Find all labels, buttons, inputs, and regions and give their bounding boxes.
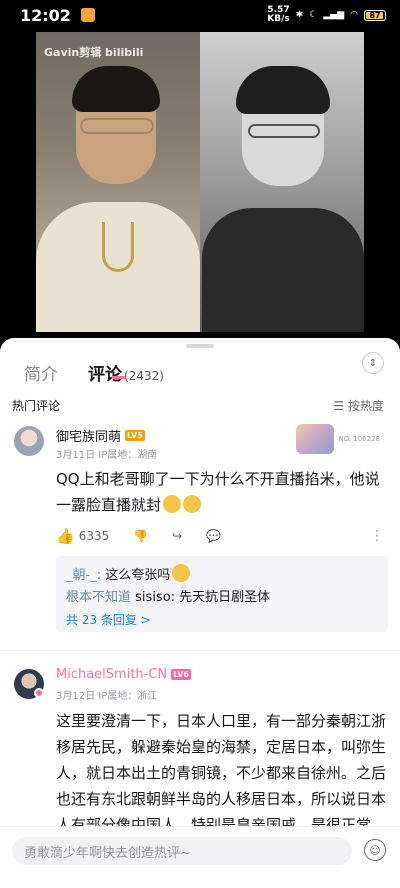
collapse-button[interactable]: ⇕	[362, 352, 384, 374]
comment-count: (2432)	[124, 368, 164, 383]
tab-comments[interactable]: 评论 (2432)	[88, 360, 164, 385]
comment-input[interactable]: 勇敢滴少年啊快去创造热评~	[12, 837, 352, 865]
comment-input-bar: 勇敢滴少年啊快去创造热评~ ☺	[0, 826, 400, 888]
laugh-emoji-icon	[163, 495, 182, 513]
emoji-button[interactable]: ☺	[364, 839, 386, 861]
wifi-icon: ◠	[350, 10, 358, 20]
active-tab-indicator	[112, 376, 126, 379]
tab-bar: 简介 评论 (2432)	[0, 352, 400, 392]
fan-badge: NO. 106228	[296, 424, 380, 454]
bluetooth-icon: ✱	[295, 10, 304, 20]
comment-username[interactable]: 御宅族同萌 LV5	[56, 426, 145, 445]
reply-item: _朝-_: 这么夸张吗	[66, 564, 378, 587]
status-icons: 5.57 KB/s ✱ ☾ ▂▄▆ ◠ 87	[267, 6, 386, 24]
vip-badge-icon	[34, 688, 44, 698]
like-button[interactable]: 👍 6335	[56, 527, 109, 545]
status-time: 12:02	[20, 5, 71, 25]
signal-icon: ▂▄▆	[323, 10, 345, 20]
level-badge: LV5	[125, 430, 145, 441]
sort-button[interactable]: ☰ 按热度	[333, 397, 384, 414]
hot-comments-title: 热门评论	[12, 398, 61, 413]
chevron-up-down-icon: ⇕	[368, 357, 378, 369]
comment-text: QQ上和老哥聊了一下为什么不开直播掐米，他说一露脸直播就封	[56, 470, 380, 514]
fan-badge-number: NO. 106228	[338, 434, 380, 443]
sheet-drag-handle[interactable]	[186, 344, 214, 348]
sort-icon: ☰	[333, 398, 348, 413]
tab-intro[interactable]: 简介	[24, 360, 58, 385]
reply-item: 根本不知道 sisiso: 先天抗日剧圣体	[66, 590, 271, 605]
battery-icon: 87	[364, 9, 386, 21]
network-speed: 5.57 KB/s	[267, 5, 290, 24]
more-icon: ⋮	[370, 528, 384, 544]
dislike-button[interactable]: 👎	[133, 529, 148, 543]
thumb-up-icon: 👍	[56, 527, 75, 545]
notification-app-icon	[80, 8, 95, 22]
smile-icon: ☺	[369, 843, 381, 857]
video-watermark: Gavin剪辑 bilibili	[44, 46, 144, 59]
comment-username[interactable]: MichaelSmith-CN LV6	[56, 667, 191, 682]
fan-badge-image	[296, 424, 335, 454]
comment-sheet: 简介 评论 (2432) ⇕ 热门评论 ☰ 按热度 御宅族同萌 LV5 3月11日…	[0, 338, 400, 888]
share-button[interactable]: ↪	[172, 529, 182, 543]
video-player[interactable]: Gavin剪辑 bilibili	[36, 32, 364, 332]
tab-comments-label: 评论	[88, 364, 122, 385]
thumb-down-icon: 👎	[133, 529, 149, 543]
comment-meta: 3月12日 IP属地：浙江	[56, 691, 158, 702]
status-bar: 12:02 5.57 KB/s ✱ ☾ ▂▄▆ ◠ 87	[0, 0, 400, 30]
portrait-hair-left	[72, 66, 160, 112]
moon-icon: ☾	[309, 10, 318, 20]
comment-bubble-icon: 💬	[206, 529, 222, 543]
avatar[interactable]	[14, 426, 44, 456]
comment-text: 这里要澄清一下，日本人口里，有一部分秦朝江浙移居先民，躲避秦始皇的海禁，定居日本…	[56, 712, 387, 834]
share-icon: ↪	[172, 529, 183, 543]
glasses-right	[248, 124, 320, 138]
laugh-emoji-icon	[172, 564, 191, 582]
comment-actions: 👍 6335 👎 ↪ 💬 ⋮	[56, 527, 384, 545]
glasses-left	[80, 118, 154, 134]
more-options-button[interactable]: ⋮	[370, 528, 384, 544]
portrait-body-right	[202, 208, 364, 332]
sort-row: 热门评论 ☰ 按热度	[12, 396, 384, 414]
more-replies-link[interactable]: 共 23 条回复 >	[66, 609, 378, 631]
level-badge: LV6	[171, 669, 191, 680]
reply-button[interactable]: 💬	[206, 529, 221, 543]
reply-preview[interactable]: _朝-_: 这么夸张吗 根本不知道 sisiso: 先天抗日剧圣体 共 23 条…	[56, 556, 388, 632]
laugh-emoji-icon	[183, 495, 202, 513]
divider	[0, 650, 400, 651]
comment-meta: 3月11日 IP属地：湖南	[56, 450, 158, 461]
necklace	[102, 222, 134, 272]
